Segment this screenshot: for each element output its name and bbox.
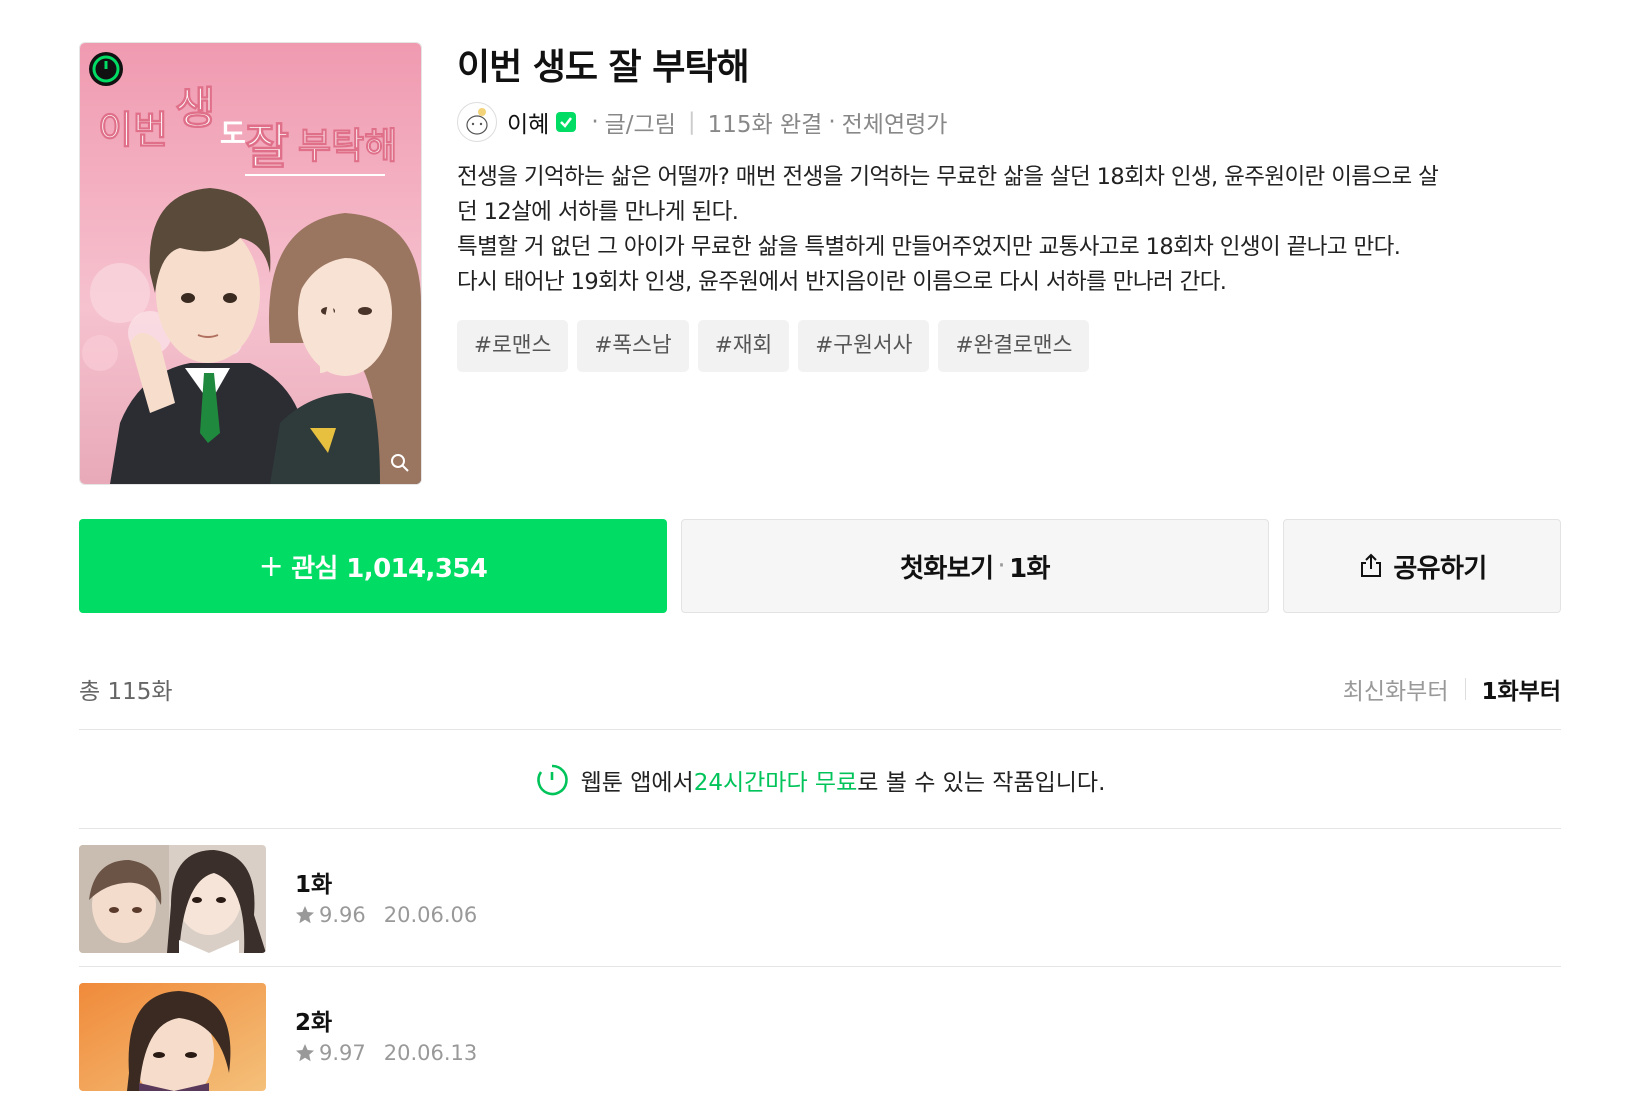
episode-thumbnail <box>79 845 266 953</box>
first-episode-button[interactable]: 첫화보기 · 1화 <box>681 519 1269 613</box>
description-line: 특별할 거 없던 그 아이가 무료한 삶을 특별하게 만들어주었지만 교통사고로… <box>457 234 1401 260</box>
sort-options: 최신화부터 1화부터 <box>1343 672 1561 706</box>
episode-row[interactable]: 1화 9.96 20.06.06 <box>79 845 1561 955</box>
tag-chip[interactable]: #재회 <box>697 320 790 372</box>
sort-latest-button[interactable]: 최신화부터 <box>1343 672 1449 706</box>
episode-date: 20.06.06 <box>383 903 478 927</box>
episode-rating: 9.96 <box>319 903 366 927</box>
tag-chip[interactable]: #로맨스 <box>457 320 569 372</box>
share-button[interactable]: 공유하기 <box>1283 519 1561 613</box>
episode-title: 1화 <box>295 872 333 898</box>
age-rating: 전체연령가 <box>841 112 948 138</box>
notice-suffix: 로 볼 수 있는 작품입니다. <box>857 770 1106 796</box>
series-detail-page: 이번 생 도 잘 부탁해 이번 생도 잘 부탁해 이혜 · 글/그림 | 115… <box>0 0 1639 1091</box>
action-buttons: + 관심 1,014,354 첫화보기 · 1화 공유하기 <box>79 519 1561 613</box>
notice-highlight: 24시간마다 무료 <box>693 770 858 796</box>
episode-meta: 9.97 20.06.13 <box>295 1041 477 1065</box>
star-icon <box>296 1044 314 1062</box>
episode-meta: 9.96 20.06.06 <box>295 903 477 927</box>
episode-title: 2화 <box>295 1010 333 1036</box>
tag-chip[interactable]: #구원서사 <box>798 320 930 372</box>
timer-icon <box>89 52 123 86</box>
meta-dot: · <box>828 109 836 135</box>
episode-list-header: 총 115화 최신화부터 1화부터 <box>79 669 1561 709</box>
svg-text:잘: 잘 <box>245 119 289 175</box>
series-meta: 이혜 · 글/그림 | 115화 완결 · 전체연령가 <box>457 100 1557 144</box>
sort-first-button[interactable]: 1화부터 <box>1482 672 1561 706</box>
meta-separator: | <box>687 109 696 135</box>
tag-chip[interactable]: #폭스남 <box>577 320 689 372</box>
tag-chip[interactable]: #완결로맨스 <box>938 320 1090 372</box>
series-info: 이번 생도 잘 부탁해 이혜 · 글/그림 | 115화 완결 · 전체연령가 … <box>457 42 1557 372</box>
divider <box>79 966 1561 967</box>
free-notice: 웹툰 앱에서 24시간마다 무료 로 볼 수 있는 작품입니다. <box>79 760 1561 800</box>
share-icon <box>1361 553 1382 577</box>
first-episode-number: 1화 <box>1009 553 1050 584</box>
description-line: 던 12살에 서하를 만나게 된다. <box>457 199 739 225</box>
episode-status: 115화 완결 <box>707 112 823 138</box>
divider <box>79 729 1561 730</box>
favorite-button[interactable]: + 관심 1,014,354 <box>79 519 667 613</box>
star-icon <box>296 906 314 924</box>
divider <box>79 828 1561 829</box>
meta-dot: · <box>591 109 599 135</box>
svg-text:이번: 이번 <box>98 108 168 152</box>
svg-text:부탁해: 부탁해 <box>298 126 397 167</box>
tag-list: #로맨스 #폭스남 #재회 #구원서사 #완결로맨스 <box>457 320 1557 372</box>
episode-date: 20.06.13 <box>383 1041 478 1065</box>
author-role: 글/그림 <box>604 112 676 138</box>
description-line: 전생을 기억하는 삶은 어떨까? 매번 전생을 기억하는 무료한 삶을 살던 1… <box>457 164 1439 190</box>
svg-text:도: 도 <box>220 117 246 150</box>
plus-icon: + <box>258 548 284 584</box>
series-cover[interactable]: 이번 생 도 잘 부탁해 <box>79 42 422 485</box>
label-dot: · <box>997 551 1006 581</box>
verified-check-icon <box>556 112 577 132</box>
episode-total: 총 115화 <box>79 679 173 705</box>
share-label: 공유하기 <box>1393 553 1487 584</box>
episode-row[interactable]: 2화 9.97 20.06.13 <box>79 983 1561 1093</box>
favorite-label: 관심 1,014,354 <box>291 553 488 584</box>
notice-prefix: 웹툰 앱에서 <box>580 770 694 796</box>
episode-thumbnail <box>79 983 266 1091</box>
series-description: 전생을 기억하는 삶은 어떨까? 매번 전생을 기억하는 무료한 삶을 살던 1… <box>457 160 1557 300</box>
clock-icon <box>536 764 568 796</box>
first-episode-label: 첫화보기 <box>900 553 994 584</box>
episode-rating: 9.97 <box>319 1041 366 1065</box>
author-avatar[interactable] <box>457 102 497 142</box>
author-name[interactable]: 이혜 <box>507 105 549 139</box>
description-line: 다시 태어난 19회차 인생, 윤주원에서 반지음이란 이름으로 다시 서하를 … <box>457 269 1227 295</box>
series-title: 이번 생도 잘 부탁해 <box>457 47 750 88</box>
sort-divider <box>1464 678 1466 700</box>
svg-text:생: 생 <box>175 83 215 134</box>
zoom-icon[interactable] <box>389 452 411 474</box>
